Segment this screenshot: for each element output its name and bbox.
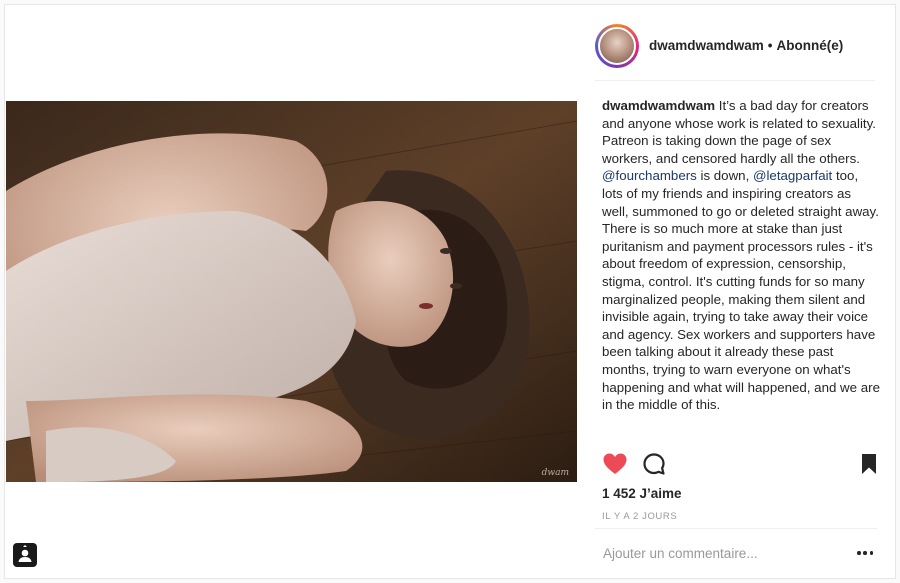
instagram-post: dwam dwamdwamdwam • Abonné(e) dwamdwamdwam… (4, 4, 896, 579)
caption-username[interactable]: dwamdwamdwam (602, 98, 715, 113)
more-dot (869, 551, 873, 555)
photo-illustration (6, 101, 577, 482)
heart-filled-icon[interactable] (602, 452, 628, 481)
mention-letagparfait[interactable]: @letagparfait (753, 168, 832, 183)
caption-fade (602, 431, 880, 445)
header-separator: • (767, 38, 773, 53)
more-dot (863, 551, 867, 555)
comment-input[interactable] (603, 546, 833, 561)
photo-signature: dwam (541, 468, 569, 478)
likes-count[interactable]: 1 452 J’aime (602, 486, 682, 501)
tagged-people-icon[interactable] (13, 543, 37, 567)
caption-text-2: is down, (696, 168, 753, 184)
media-pane: dwam (5, 5, 585, 578)
mention-fourchambers[interactable]: @fourchambers (602, 168, 697, 183)
more-dot (857, 551, 861, 555)
caption-paragraph-1: dwamdwamdwam It’s a bad day for creators… (602, 97, 880, 220)
caption-paragraph-2: There is so much more at stake than just… (602, 221, 880, 413)
follow-status-button[interactable]: Abonné(e) (777, 38, 844, 53)
comment-bubble-icon[interactable] (642, 452, 666, 481)
avatar-story-ring[interactable] (595, 23, 639, 68)
comment-bar (595, 528, 877, 578)
post-actions (602, 452, 878, 480)
post-timestamp[interactable]: IL Y A 2 JOURS (602, 511, 677, 522)
header-text: dwamdwamdwam • Abonné(e) (649, 38, 843, 53)
bookmark-icon[interactable] (860, 452, 878, 481)
post-caption: dwamdwamdwam It’s a bad day for creators… (602, 97, 880, 443)
post-header: dwamdwamdwam • Abonné(e) (595, 17, 875, 81)
more-options-icon[interactable] (857, 551, 873, 557)
avatar[interactable] (598, 26, 636, 65)
header-username[interactable]: dwamdwamdwam (649, 38, 764, 53)
post-sidebar: dwamdwamdwam • Abonné(e) dwamdwamdwam It’s… (585, 5, 896, 578)
post-photo[interactable]: dwam (6, 101, 577, 482)
